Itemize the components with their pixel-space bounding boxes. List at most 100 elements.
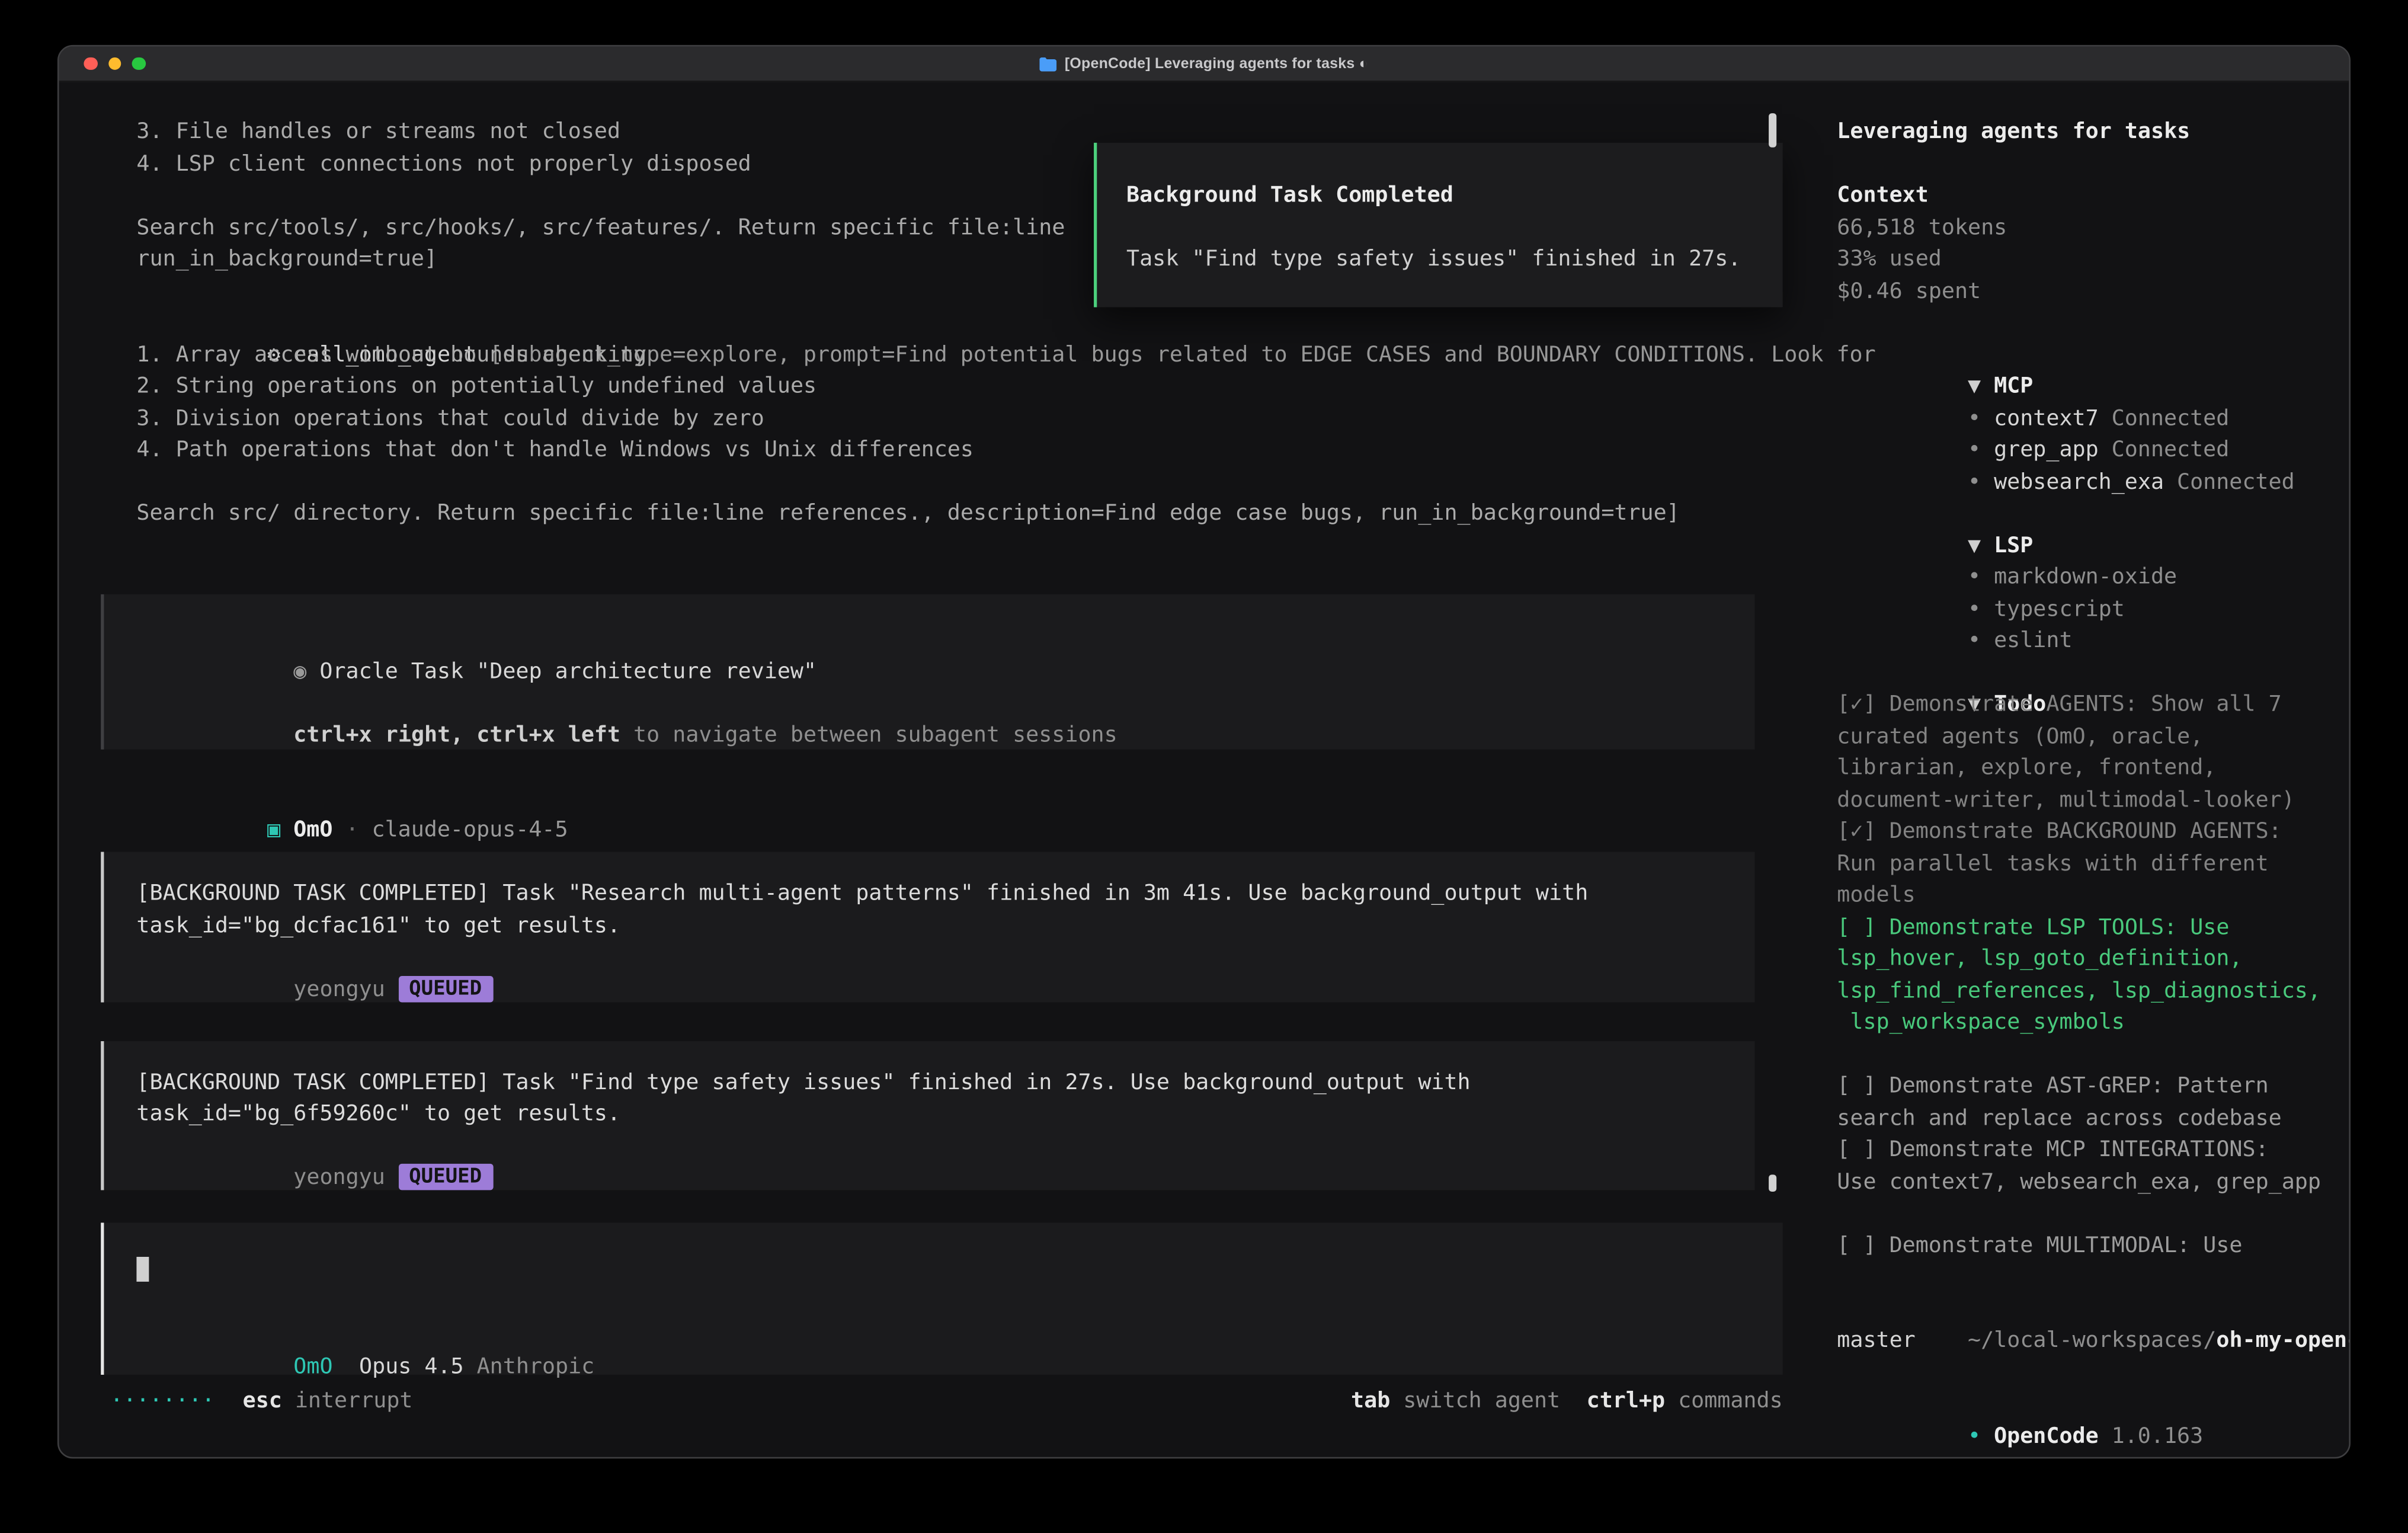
bullet-icon: • — [1968, 437, 1981, 462]
bullet-icon: • — [1968, 628, 1981, 653]
spacer — [1837, 307, 2351, 339]
workspace-repo-name: oh-my-opencode: — [2216, 1328, 2351, 1353]
context-used: 33% used — [1837, 244, 2351, 276]
bullet-icon: • — [1968, 597, 1981, 622]
fisheye-icon: ◉ — [293, 659, 306, 684]
esc-key-label: interrupt — [295, 1385, 413, 1417]
esc-key-hint: esc — [243, 1385, 282, 1417]
mcp-item-status: Connected — [2112, 437, 2230, 462]
desktop: [OpenCode] Leveraging agents for tasks ◐… — [0, 0, 2408, 1533]
message-meta: yeongyuQUEUED — [136, 1131, 1754, 1163]
context-heading: Context — [1837, 180, 2351, 212]
message-text-line: task_id="bg_6f59260c" to get results. — [136, 1099, 1754, 1131]
mcp-item-status: Connected — [2112, 406, 2230, 431]
background-task-toast[interactable]: Background Task Completed Task "Find typ… — [1094, 143, 1783, 308]
spacer — [1126, 212, 1783, 244]
input-agent-name: OmO — [293, 1354, 332, 1379]
message-background-task-1[interactable]: [BACKGROUND TASK COMPLETED] Task "Resear… — [101, 852, 1754, 1002]
input-model-line: OmOOpus 4.5Anthropic — [136, 1319, 1782, 1351]
mcp-item-name: grep_app — [1994, 437, 2099, 462]
toast-body: Task "Find type safety issues" finished … — [1126, 244, 1783, 276]
mcp-section-header[interactable]: ▼MCP — [1837, 339, 2351, 371]
bullet-icon: • — [1968, 469, 1981, 494]
zoom-window-button[interactable] — [132, 57, 145, 70]
spacer — [136, 1287, 1782, 1319]
ctrlp-key-hint: ctrl+p — [1587, 1385, 1665, 1417]
lsp-item-name: markdown-oxide — [1994, 565, 2177, 590]
lsp-heading: LSP — [1994, 533, 2033, 558]
todo-item: [ ] Demonstrate LSP TOOLS: Use lsp_hover… — [1837, 911, 2351, 1039]
tool-arg-closing: Search src/ directory. Return specific f… — [136, 498, 1789, 530]
session-title: Leveraging agents for tasks — [1837, 116, 2351, 148]
hint-text: to navigate between subagent sessions — [633, 722, 1117, 747]
spacer — [136, 466, 1789, 498]
traffic-lights — [84, 47, 145, 81]
progress-dots: ········ — [110, 1385, 215, 1417]
input-cursor-line — [136, 1255, 1782, 1287]
window-title: [OpenCode] Leveraging agents for tasks ◐ — [1040, 55, 1368, 72]
workspace-path-dir: ~/local-workspaces/ — [1968, 1328, 2216, 1353]
bullet-icon: • — [1968, 565, 1981, 590]
status-badge: QUEUED — [398, 1164, 493, 1190]
window-body: 3. File handles or streams not closed 4.… — [59, 82, 2349, 1457]
message-background-task-2[interactable]: [BACKGROUND TASK COMPLETED] Task "Find t… — [101, 1041, 1754, 1190]
message-text-line: [BACKGROUND TASK COMPLETED] Task "Resear… — [136, 878, 1754, 910]
app-name: OpenCode — [1994, 1423, 2099, 1448]
prompt-input[interactable]: OmOOpus 4.5Anthropic — [101, 1222, 1782, 1375]
mcp-item-name: context7 — [1994, 406, 2099, 431]
status-bar: ········ esc interrupt tab switch agent … — [110, 1385, 1789, 1417]
todo-item: [✓] Demonstrate AGENTS: Show all 7 curat… — [1837, 689, 2351, 817]
folder-icon — [1040, 57, 1057, 71]
tool-arg-item: 3. Division operations that could divide… — [136, 403, 1789, 435]
input-provider-name: Anthropic — [477, 1354, 595, 1379]
app-version: •OpenCode1.0.163 — [1837, 1389, 2351, 1421]
mcp-heading: MCP — [1994, 374, 2033, 399]
oracle-task-title-text: Oracle Task "Deep architecture review" — [319, 659, 816, 684]
mcp-item-name: websearch_exa — [1994, 469, 2164, 494]
oracle-task-panel[interactable]: ◉Oracle Task "Deep architecture review" … — [101, 594, 1754, 749]
tab-key-label: switch agent — [1403, 1385, 1560, 1417]
agent-model: claude-opus-4-5 — [372, 818, 568, 843]
status-badge: QUEUED — [398, 975, 493, 1002]
spacer — [1837, 1198, 2351, 1230]
message-meta: yeongyuQUEUED — [136, 942, 1754, 974]
close-window-button[interactable] — [84, 57, 97, 70]
lsp-item-name: eslint — [1994, 628, 2072, 653]
window-titlebar[interactable]: [OpenCode] Leveraging agents for tasks ◐ — [59, 47, 2349, 82]
lsp-item-name: typescript — [1994, 597, 2125, 622]
sidebar-pane[interactable]: Leveraging agents for tasks Context 66,5… — [1789, 82, 2351, 1457]
message-text-line: task_id="bg_dcfac161" to get results. — [136, 910, 1754, 942]
tool-arg-item: 2. String operations on potentially unde… — [136, 371, 1789, 403]
message-author: yeongyu — [293, 977, 385, 1001]
tool-arg-item: 4. Path operations that don't handle Win… — [136, 434, 1789, 466]
tab-key-hint: tab — [1351, 1385, 1390, 1417]
chat-pane[interactable]: 3. File handles or streams not closed 4.… — [59, 82, 1789, 1457]
spacer — [1837, 1262, 2351, 1294]
chevron-down-icon: ▼ — [1968, 533, 1981, 558]
context-spent: $0.46 spent — [1837, 276, 2351, 308]
oracle-task-title: ◉Oracle Task "Deep architecture review" — [136, 624, 1754, 656]
ctrlp-key-label: commands — [1678, 1385, 1783, 1417]
todo-item: [✓] Demonstrate BACKGROUND AGENTS: Run p… — [1837, 816, 2351, 911]
chat-scrollbar-thumb[interactable] — [1769, 113, 1776, 148]
agent-name: OmO — [293, 818, 332, 843]
agent-checkbox-icon: ▣ — [267, 818, 280, 843]
spacer — [1837, 148, 2351, 180]
todo-item: [ ] Demonstrate MULTIMODAL: Use — [1837, 1230, 2351, 1262]
message-author: yeongyu — [293, 1165, 385, 1190]
tool-call-line: ⚙call_omo_agent[subagent_type=explore, p… — [136, 307, 1789, 339]
app-version-number: 1.0.163 — [2112, 1423, 2204, 1448]
chevron-down-icon: ▼ — [1968, 374, 1981, 399]
input-model-name: Opus 4.5 — [359, 1354, 464, 1379]
spacer — [1837, 1039, 2351, 1071]
minimize-window-button[interactable] — [108, 57, 121, 70]
tool-args: [subagent_type=explore, prompt=Find pote… — [489, 342, 1876, 367]
todo-item: [ ] Demonstrate MCP INTEGRATIONS: Use co… — [1837, 1134, 2351, 1198]
bullet-icon: • — [1968, 406, 1981, 431]
bullet-icon: • — [1968, 1423, 1981, 1448]
hint-keys: ctrl+x right, ctrl+x left — [293, 722, 620, 747]
text-cursor — [136, 1257, 148, 1282]
window-title-text: [OpenCode] Leveraging agents for tasks ◐ — [1065, 55, 1368, 72]
chat-scrollbar-thumb-lower[interactable] — [1769, 1174, 1776, 1192]
terminal-window: [OpenCode] Leveraging agents for tasks ◐… — [57, 45, 2351, 1458]
